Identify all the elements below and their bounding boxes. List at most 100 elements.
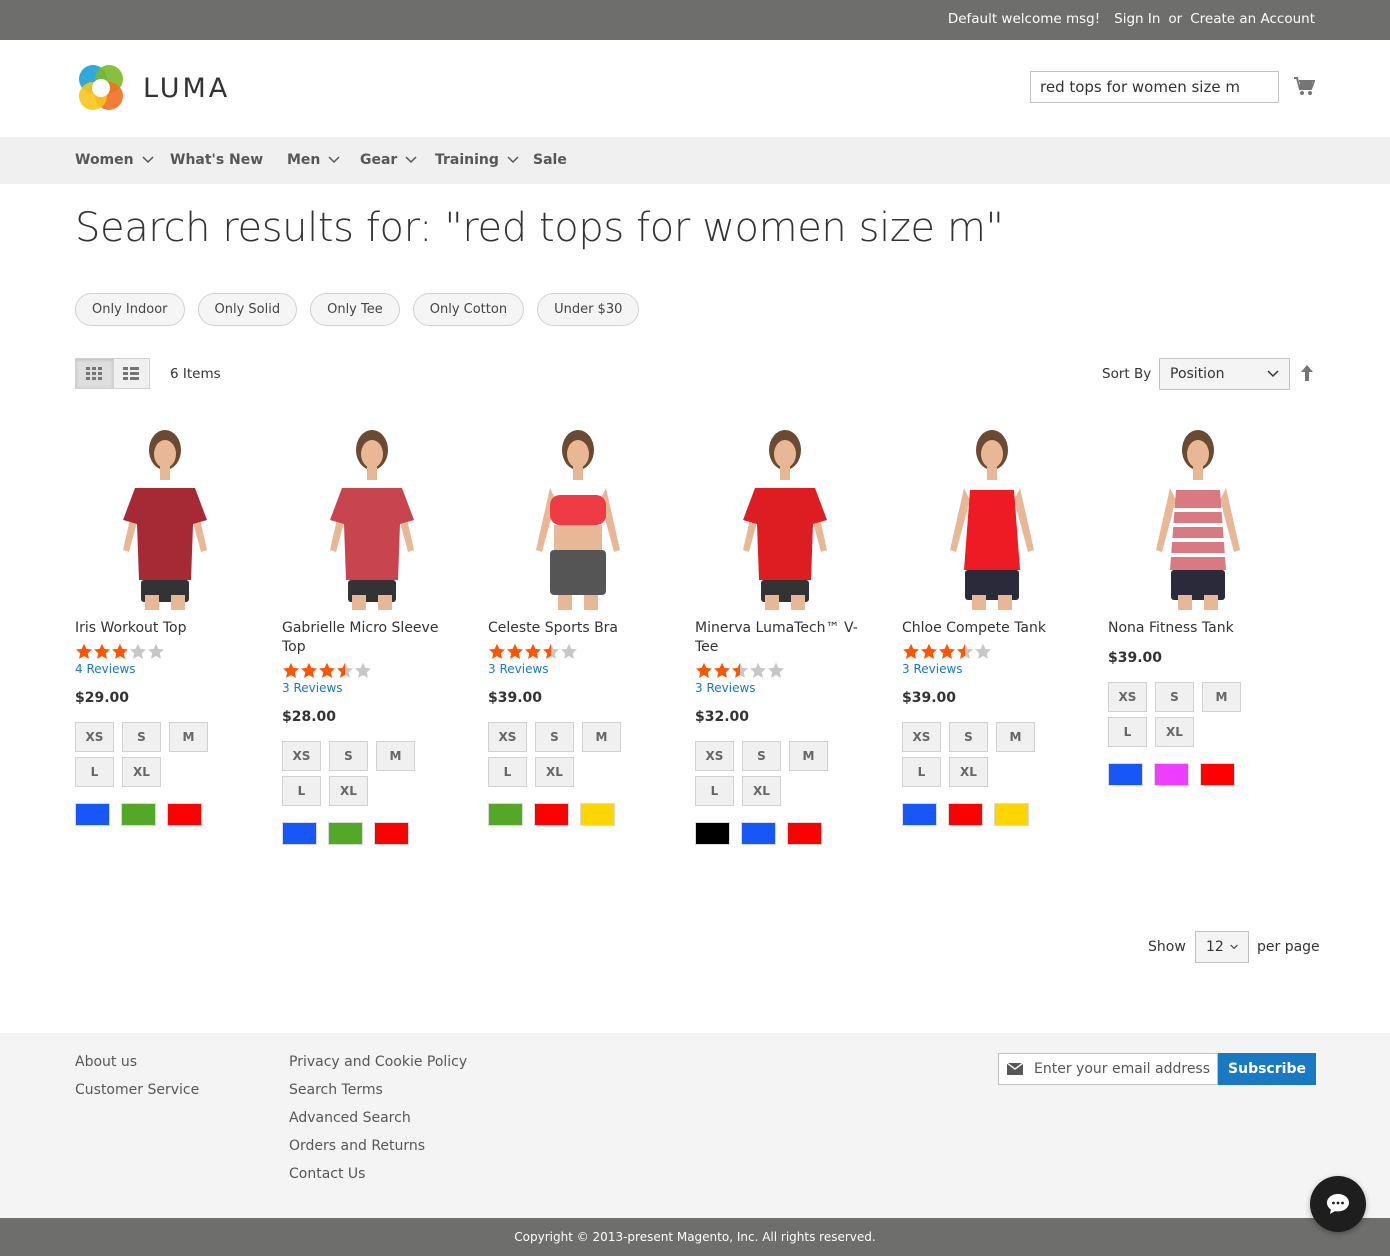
- size-option[interactable]: L: [695, 776, 734, 806]
- footer-link-search-terms[interactable]: Search Terms: [289, 1081, 467, 1100]
- color-swatch[interactable]: [1200, 763, 1235, 786]
- size-option[interactable]: S: [949, 722, 988, 752]
- chip-only-cotton[interactable]: Only Cotton: [412, 293, 525, 326]
- product-card[interactable]: Iris Workout Top 4 Reviews $29.00 XS S M L XL: [75, 420, 255, 826]
- color-swatch[interactable]: [328, 822, 363, 845]
- logo[interactable]: LUMA: [75, 62, 230, 114]
- footer-link-orders-returns[interactable]: Orders and Returns: [289, 1137, 467, 1156]
- size-option[interactable]: XL: [1155, 717, 1194, 747]
- reviews-link[interactable]: 4 Reviews: [75, 662, 255, 676]
- nav-item-whats-new[interactable]: What's New: [170, 152, 263, 168]
- size-option[interactable]: M: [789, 741, 828, 771]
- color-swatch[interactable]: [902, 803, 937, 826]
- limit-select[interactable]: 12: [1195, 931, 1249, 963]
- product-image[interactable]: [282, 420, 462, 610]
- color-swatch[interactable]: [787, 822, 822, 845]
- size-option[interactable]: S: [329, 741, 368, 771]
- size-option[interactable]: M: [376, 741, 415, 771]
- size-option[interactable]: XS: [282, 741, 321, 771]
- size-option[interactable]: M: [1202, 682, 1241, 712]
- size-option[interactable]: M: [996, 722, 1035, 752]
- size-option[interactable]: M: [582, 722, 621, 752]
- product-name[interactable]: Chloe Compete Tank: [902, 619, 1072, 638]
- footer-link-about-us[interactable]: About us: [75, 1053, 199, 1072]
- grid-view-button[interactable]: [76, 359, 113, 388]
- reviews-link[interactable]: 3 Reviews: [695, 681, 875, 695]
- product-card[interactable]: Chloe Compete Tank 3 Reviews $39.00 XS S M L XL: [902, 420, 1082, 826]
- color-swatch[interactable]: [488, 803, 523, 826]
- product-card[interactable]: Gabrielle Micro Sleeve Top 3 Reviews $28.0…: [282, 420, 462, 845]
- color-swatch[interactable]: [994, 803, 1029, 826]
- cart-icon[interactable]: [1293, 75, 1315, 97]
- chip-under-30[interactable]: Under $30: [537, 293, 640, 326]
- size-option[interactable]: L: [488, 757, 527, 787]
- create-account-link[interactable]: Create an Account: [1190, 11, 1315, 27]
- size-option[interactable]: XL: [329, 776, 368, 806]
- color-swatch[interactable]: [741, 822, 776, 845]
- nav-item-sale[interactable]: Sale: [533, 152, 567, 168]
- size-option[interactable]: S: [742, 741, 781, 771]
- sign-in-link[interactable]: Sign In: [1114, 11, 1160, 27]
- chip-only-indoor[interactable]: Only Indoor: [75, 293, 185, 326]
- chat-button[interactable]: [1310, 1176, 1366, 1232]
- color-swatch[interactable]: [948, 803, 983, 826]
- product-image[interactable]: [1108, 420, 1288, 610]
- color-swatch[interactable]: [121, 803, 156, 826]
- size-option[interactable]: L: [902, 757, 941, 787]
- color-swatch[interactable]: [374, 822, 409, 845]
- color-swatch[interactable]: [1154, 763, 1189, 786]
- list-view-button[interactable]: [112, 359, 149, 388]
- product-name[interactable]: Celeste Sports Bra: [488, 619, 658, 638]
- footer-link-advanced-search[interactable]: Advanced Search: [289, 1109, 467, 1128]
- size-option[interactable]: XL: [949, 757, 988, 787]
- product-name[interactable]: Nona Fitness Tank: [1108, 619, 1278, 638]
- color-swatch[interactable]: [75, 803, 110, 826]
- reviews-link[interactable]: 3 Reviews: [488, 662, 668, 676]
- nav-item-gear[interactable]: Gear: [360, 152, 417, 168]
- product-image[interactable]: [902, 420, 1082, 610]
- size-option[interactable]: S: [122, 722, 161, 752]
- reviews-link[interactable]: 3 Reviews: [282, 681, 462, 695]
- footer-link-customer-service[interactable]: Customer Service: [75, 1081, 199, 1100]
- color-swatch[interactable]: [1108, 763, 1143, 786]
- color-swatch[interactable]: [695, 822, 730, 845]
- size-option[interactable]: M: [169, 722, 208, 752]
- size-option[interactable]: XL: [122, 757, 161, 787]
- nav-item-men[interactable]: Men: [287, 152, 340, 168]
- color-swatch[interactable]: [534, 803, 569, 826]
- size-option[interactable]: L: [282, 776, 321, 806]
- size-option[interactable]: XS: [488, 722, 527, 752]
- size-option[interactable]: S: [535, 722, 574, 752]
- newsletter-email-field[interactable]: Enter your email address: [998, 1053, 1218, 1085]
- size-option[interactable]: XS: [695, 741, 734, 771]
- color-swatch[interactable]: [580, 803, 615, 826]
- product-image[interactable]: [75, 420, 255, 610]
- search-input[interactable]: red tops for women size m: [1030, 71, 1279, 103]
- footer-link-privacy[interactable]: Privacy and Cookie Policy: [289, 1053, 467, 1072]
- product-name[interactable]: Gabrielle Micro Sleeve Top: [282, 619, 452, 657]
- product-name[interactable]: Iris Workout Top: [75, 619, 245, 638]
- footer-link-contact-us[interactable]: Contact Us: [289, 1165, 467, 1184]
- size-option[interactable]: S: [1155, 682, 1194, 712]
- size-option[interactable]: XL: [742, 776, 781, 806]
- reviews-link[interactable]: 3 Reviews: [902, 662, 1082, 676]
- nav-item-women[interactable]: Women: [75, 152, 154, 168]
- product-image[interactable]: [695, 420, 875, 610]
- product-card[interactable]: Celeste Sports Bra 3 Reviews $39.00 XS S M L XL: [488, 420, 668, 826]
- nav-item-training[interactable]: Training: [435, 152, 519, 168]
- sort-select[interactable]: Position: [1159, 358, 1290, 390]
- size-option[interactable]: L: [1108, 717, 1147, 747]
- size-option[interactable]: XS: [75, 722, 114, 752]
- color-swatch[interactable]: [282, 822, 317, 845]
- color-swatch[interactable]: [167, 803, 202, 826]
- product-image[interactable]: [488, 420, 668, 610]
- size-option[interactable]: L: [75, 757, 114, 787]
- sort-direction-icon[interactable]: [1300, 365, 1314, 381]
- product-name[interactable]: Minerva LumaTech™ V-Tee: [695, 619, 865, 657]
- chip-only-tee[interactable]: Only Tee: [310, 293, 400, 326]
- product-card[interactable]: Nona Fitness Tank $39.00 XS S M L XL: [1108, 420, 1288, 786]
- size-option[interactable]: XS: [1108, 682, 1147, 712]
- product-card[interactable]: Minerva LumaTech™ V-Tee 3 Reviews $32.00 XS…: [695, 420, 875, 845]
- size-option[interactable]: XS: [902, 722, 941, 752]
- chip-only-solid[interactable]: Only Solid: [197, 293, 298, 326]
